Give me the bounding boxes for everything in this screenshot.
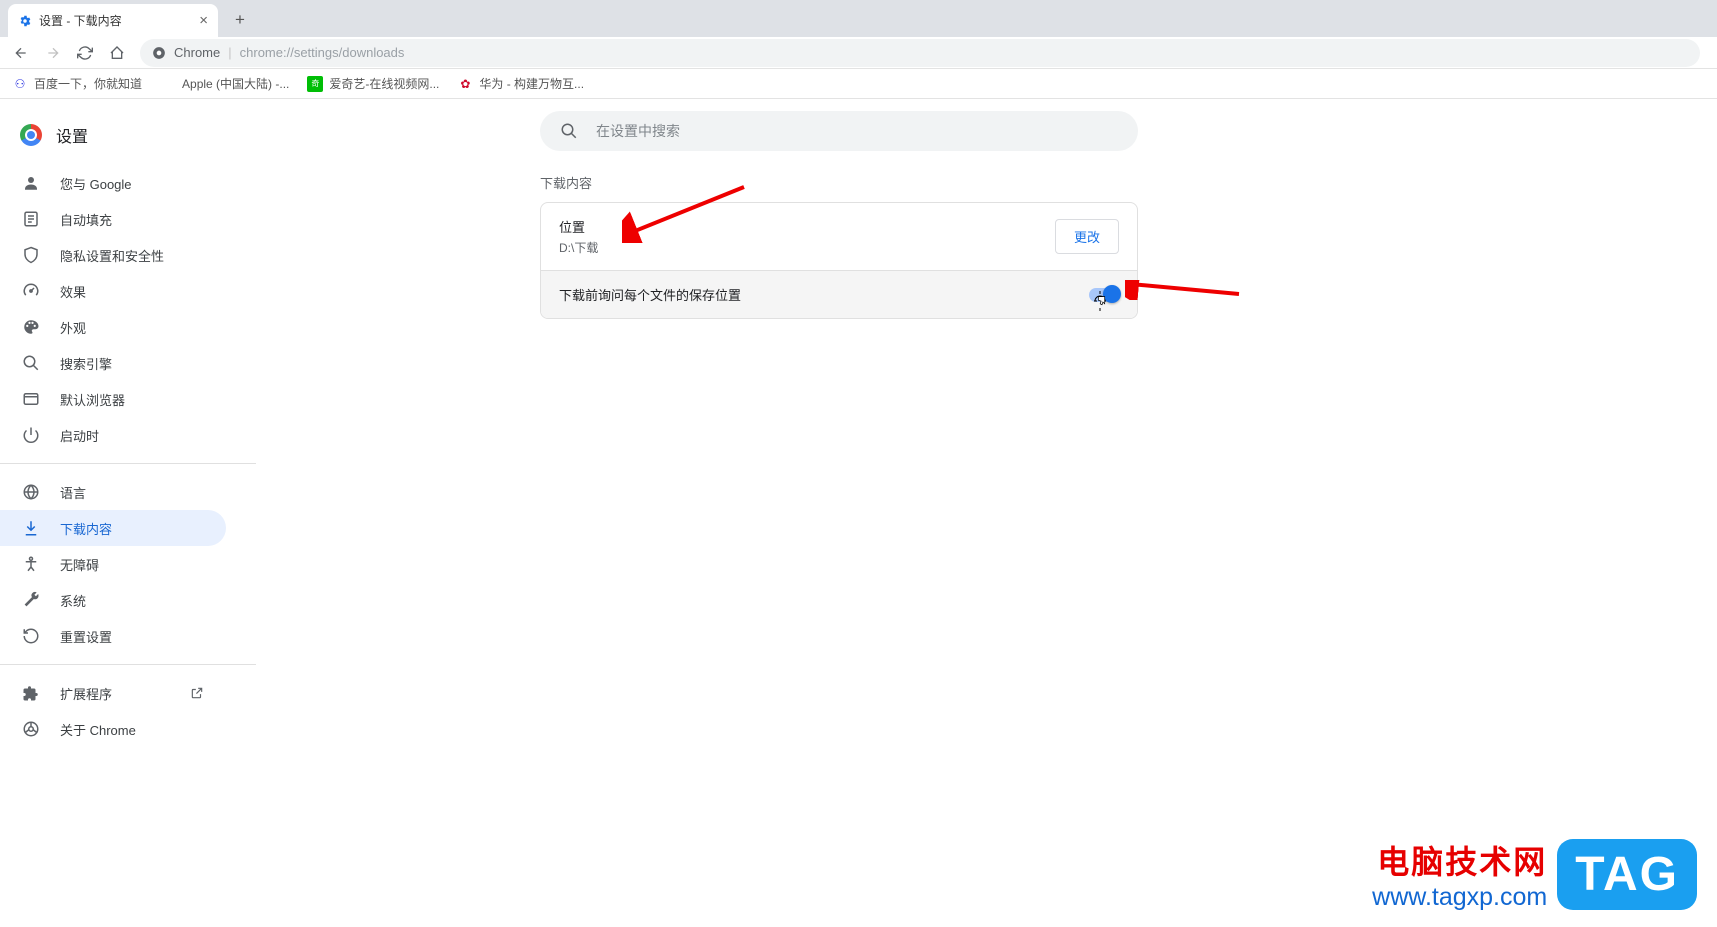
- search-icon: [560, 122, 578, 140]
- search-icon: [22, 354, 40, 372]
- sidebar-item-performance[interactable]: 效果: [0, 273, 226, 309]
- home-button[interactable]: [104, 40, 130, 66]
- reset-icon: [22, 627, 40, 645]
- sidebar-item-autofill[interactable]: 自动填充: [0, 201, 226, 237]
- sidebar-item-you-and-google[interactable]: 您与 Google: [0, 165, 226, 201]
- sidebar-item-label: 下载内容: [60, 519, 112, 538]
- sidebar-item-label: 系统: [60, 591, 86, 610]
- reload-button[interactable]: [72, 40, 98, 66]
- autofill-icon: [22, 210, 40, 228]
- bookmark-label: 百度一下，你就知道: [34, 75, 142, 92]
- gear-icon: [18, 14, 32, 28]
- extension-icon: [22, 684, 40, 702]
- sidebar-item-label: 语言: [60, 483, 86, 502]
- bookmark-iqiyi[interactable]: 奇 爱奇艺-在线视频网...: [307, 75, 439, 92]
- forward-button[interactable]: [40, 40, 66, 66]
- sidebar-item-label: 重置设置: [60, 627, 112, 646]
- bookmark-bar: ⚇ 百度一下，你就知道 Apple (中国大陆) -... 奇 爱奇艺-在线视频…: [0, 69, 1717, 99]
- sidebar-item-label: 无障碍: [60, 555, 99, 574]
- sidebar-item-appearance[interactable]: 外观: [0, 309, 226, 345]
- sidebar-item-system[interactable]: 系统: [0, 582, 226, 618]
- tab-title: 设置 - 下载内容: [39, 12, 122, 29]
- sidebar-item-about[interactable]: 关于 Chrome: [0, 711, 226, 747]
- person-icon: [22, 174, 40, 192]
- sidebar-item-label: 扩展程序: [60, 684, 112, 703]
- divider: [0, 463, 256, 464]
- toolbar: Chrome | chrome://settings/downloads: [0, 37, 1717, 69]
- sidebar-item-label: 搜索引擎: [60, 354, 112, 373]
- location-label: 位置: [559, 217, 598, 236]
- back-button[interactable]: [8, 40, 34, 66]
- wrench-icon: [22, 591, 40, 609]
- sidebar-item-startup[interactable]: 启动时: [0, 417, 226, 453]
- cursor-icon: [1094, 291, 1110, 311]
- new-tab-button[interactable]: +: [226, 6, 254, 34]
- bookmark-label: 爱奇艺-在线视频网...: [329, 75, 439, 92]
- watermark: 电脑技术网 www.tagxp.com TAG: [1372, 837, 1697, 912]
- url-bar[interactable]: Chrome | chrome://settings/downloads: [140, 39, 1700, 67]
- url-site: Chrome: [174, 45, 220, 60]
- bookmark-baidu[interactable]: ⚇ 百度一下，你就知道: [12, 75, 142, 92]
- change-location-button[interactable]: 更改: [1055, 219, 1119, 254]
- sidebar-item-label: 外观: [60, 318, 86, 337]
- browser-icon: [22, 390, 40, 408]
- sidebar-item-downloads[interactable]: 下载内容: [0, 510, 226, 546]
- sidebar-item-label: 自动填充: [60, 210, 112, 229]
- sidebar-item-label: 您与 Google: [60, 174, 132, 193]
- sidebar-item-label: 启动时: [60, 426, 99, 445]
- sidebar-item-label: 效果: [60, 282, 86, 301]
- chrome-logo-icon: [20, 124, 42, 146]
- close-tab-icon[interactable]: ×: [199, 12, 208, 29]
- sidebar-item-reset[interactable]: 重置设置: [0, 618, 226, 654]
- external-link-icon: [190, 686, 204, 700]
- ask-label: 下载前询问每个文件的保存位置: [559, 285, 741, 304]
- watermark-tag: TAG: [1557, 839, 1697, 910]
- accessibility-icon: [22, 555, 40, 573]
- sidebar-item-search[interactable]: 搜索引擎: [0, 345, 226, 381]
- sidebar-item-default-browser[interactable]: 默认浏览器: [0, 381, 226, 417]
- annotation-arrow-1: [622, 183, 752, 243]
- location-path: D:\下载: [559, 239, 598, 256]
- iqiyi-icon: 奇: [307, 76, 323, 92]
- tab-bar: 设置 - 下载内容 × +: [0, 0, 1717, 37]
- sidebar-item-languages[interactable]: 语言: [0, 474, 226, 510]
- watermark-title: 电脑技术网: [1372, 837, 1547, 883]
- shield-icon: [22, 246, 40, 264]
- settings-search[interactable]: 在设置中搜索: [540, 111, 1138, 151]
- settings-sidebar: 设置 您与 Google 自动填充 隐私设置和安全性 效果 外观 搜索引擎: [0, 99, 256, 927]
- sidebar-item-privacy[interactable]: 隐私设置和安全性: [0, 237, 226, 273]
- url-separator: |: [228, 45, 231, 60]
- download-icon: [22, 519, 40, 537]
- apple-icon: [160, 76, 176, 92]
- baidu-icon: ⚇: [12, 76, 28, 92]
- sidebar-title: 设置: [56, 123, 88, 147]
- browser-tab[interactable]: 设置 - 下载内容 ×: [8, 4, 218, 37]
- sidebar-item-accessibility[interactable]: 无障碍: [0, 546, 226, 582]
- about-chrome-icon: [22, 720, 40, 738]
- search-placeholder: 在设置中搜索: [596, 121, 680, 141]
- sidebar-item-label: 关于 Chrome: [60, 720, 136, 739]
- power-icon: [22, 426, 40, 444]
- globe-icon: [22, 483, 40, 501]
- url-path: chrome://settings/downloads: [240, 45, 405, 60]
- palette-icon: [22, 318, 40, 336]
- sidebar-header: 设置: [0, 119, 256, 165]
- watermark-url: www.tagxp.com: [1372, 883, 1547, 912]
- divider: [0, 664, 256, 665]
- ask-before-download-row: 下载前询问每个文件的保存位置: [541, 270, 1137, 318]
- bookmark-label: 华为 - 构建万物互...: [479, 75, 584, 92]
- sidebar-item-extensions[interactable]: 扩展程序: [0, 675, 226, 711]
- annotation-arrow-2: [1125, 280, 1245, 300]
- bookmark-label: Apple (中国大陆) -...: [182, 75, 289, 92]
- chrome-icon: [152, 46, 166, 60]
- bookmark-huawei[interactable]: ✿ 华为 - 构建万物互...: [457, 75, 584, 92]
- sidebar-item-label: 默认浏览器: [60, 390, 125, 409]
- sidebar-item-label: 隐私设置和安全性: [60, 246, 164, 265]
- bookmark-apple[interactable]: Apple (中国大陆) -...: [160, 75, 289, 92]
- huawei-icon: ✿: [457, 76, 473, 92]
- speedometer-icon: [22, 282, 40, 300]
